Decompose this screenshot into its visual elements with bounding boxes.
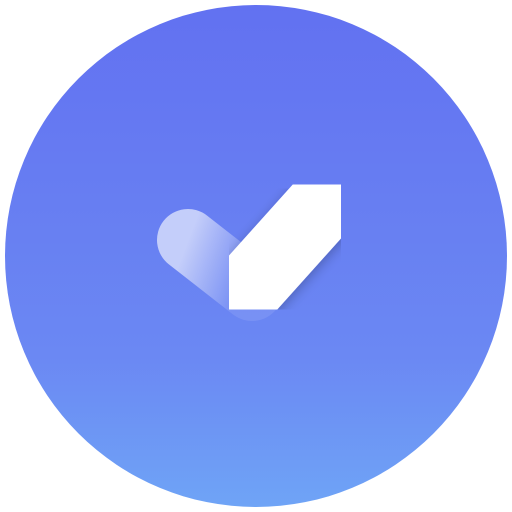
app-icon — [0, 0, 512, 512]
checkmark-icon — [5, 5, 507, 507]
